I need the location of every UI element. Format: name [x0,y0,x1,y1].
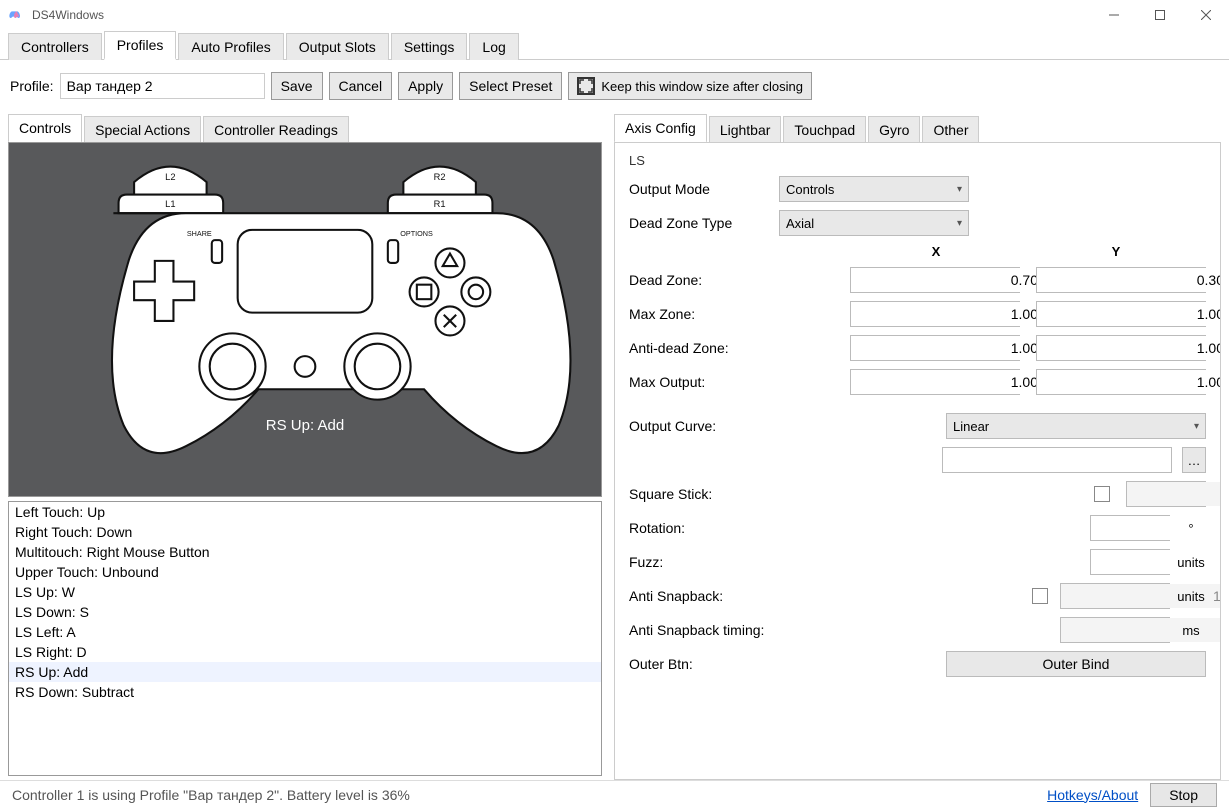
axis-config-panel: LS Output Mode Controls ▾ Dead Zone Type… [614,142,1221,780]
anti-snapback-checkbox[interactable] [1032,588,1048,604]
window-title: DS4Windows [32,8,104,22]
subtab-special-actions[interactable]: Special Actions [84,116,201,143]
profile-label: Profile: [10,78,54,94]
svg-text:OPTIONS: OPTIONS [400,229,433,238]
svg-text:L2: L2 [165,172,175,182]
svg-text:SHARE: SHARE [187,229,212,238]
subtab-controller-readings[interactable]: Controller Readings [203,116,349,143]
tab-log[interactable]: Log [469,33,518,60]
rotation-spinner[interactable]: ▲▼ [1090,515,1170,541]
mapping-hint: RS Up: Add [266,417,344,434]
deadzone-label: Dead Zone: [629,272,769,288]
tab-output-slots[interactable]: Output Slots [286,33,389,60]
list-item[interactable]: Left Touch: Up [9,502,601,522]
close-button[interactable] [1183,0,1229,30]
anti-snapback-label: Anti Snapback: [629,588,769,604]
maxoutput-x-spinner[interactable]: ▲▼ [850,369,1020,395]
output-curve-browse-button[interactable]: … [1182,447,1206,473]
left-sub-tabs: Controls Special Actions Controller Read… [4,112,606,142]
maxzone-x-spinner[interactable]: ▲▼ [850,301,1020,327]
save-button[interactable]: Save [271,72,323,100]
controller-svg: L2 L1 R2 R1 SHARE OPTIONS [15,149,595,460]
tab-auto-profiles[interactable]: Auto Profiles [178,33,283,60]
antidead-x-spinner[interactable]: ▲▼ [850,335,1020,361]
chevron-down-icon: ▾ [957,184,962,195]
select-preset-button[interactable]: Select Preset [459,72,562,100]
right-sub-tabs: Axis Config Lightbar Touchpad Gyro Other [610,112,1225,142]
svg-text:R2: R2 [434,172,446,182]
maxzone-label: Max Zone: [629,306,769,322]
deadzone-type-label: Dead Zone Type [629,215,769,231]
profile-name-input[interactable] [60,73,265,99]
list-item[interactable]: LS Right: D [9,642,601,662]
x-header: X [846,244,1026,259]
minimize-button[interactable] [1091,0,1137,30]
list-item[interactable]: Upper Touch: Unbound [9,562,601,582]
tab-profiles[interactable]: Profiles [104,31,177,60]
list-item[interactable]: LS Down: S [9,602,601,622]
statusbar: Controller 1 is using Profile "Вар танде… [0,780,1229,808]
maxoutput-label: Max Output: [629,374,769,390]
svg-text:R1: R1 [434,199,446,209]
output-curve-text[interactable] [942,447,1172,473]
tab-controllers[interactable]: Controllers [8,33,102,60]
outer-bind-button[interactable]: Outer Bind [946,651,1206,677]
square-stick-label: Square Stick: [629,486,769,502]
subtab-touchpad[interactable]: Touchpad [783,116,866,143]
outer-btn-label: Outer Btn: [629,656,769,672]
list-item[interactable]: LS Up: W [9,582,601,602]
output-mode-dropdown[interactable]: Controls ▾ [779,176,969,202]
list-item[interactable]: Multitouch: Right Mouse Button [9,542,601,562]
y-header: Y [1026,244,1206,259]
square-stick-spinner[interactable]: ▲▼ [1126,481,1206,507]
list-item[interactable]: LS Left: A [9,622,601,642]
deadzone-x-spinner[interactable]: ▲▼ [850,267,1020,293]
status-text: Controller 1 is using Profile "Вар танде… [12,787,410,803]
expand-icon [577,77,595,95]
fuzz-spinner[interactable]: ▲▼ [1090,549,1170,575]
hotkeys-about-link[interactable]: Hotkeys/About [1047,787,1138,803]
deadzone-y-spinner[interactable]: ▲▼ [1036,267,1206,293]
subtab-other[interactable]: Other [922,116,979,143]
cancel-button[interactable]: Cancel [329,72,393,100]
top-tabs: Controllers Profiles Auto Profiles Outpu… [0,30,1229,60]
subtab-controls[interactable]: Controls [8,114,82,143]
antidead-label: Anti-dead Zone: [629,340,769,356]
chevron-down-icon: ▾ [957,218,962,229]
group-ls: LS [629,153,1206,168]
chevron-down-icon: ▾ [1194,421,1199,432]
list-item[interactable]: RS Down: Subtract [9,682,601,702]
subtab-axis-config[interactable]: Axis Config [614,114,707,143]
fuzz-label: Fuzz: [629,554,769,570]
output-curve-dropdown[interactable]: Linear ▾ [946,413,1206,439]
deadzone-type-dropdown[interactable]: Axial ▾ [779,210,969,236]
maxoutput-y-spinner[interactable]: ▲▼ [1036,369,1206,395]
maximize-button[interactable] [1137,0,1183,30]
output-mode-label: Output Mode [629,181,769,197]
antidead-y-spinner[interactable]: ▲▼ [1036,335,1206,361]
stop-button[interactable]: Stop [1150,783,1217,807]
app-icon [8,6,24,25]
apply-button[interactable]: Apply [398,72,453,100]
output-curve-label: Output Curve: [629,418,769,434]
subtab-gyro[interactable]: Gyro [868,116,920,143]
rotation-label: Rotation: [629,520,769,536]
keep-size-toggle[interactable]: Keep this window size after closing [568,72,812,100]
keep-size-label: Keep this window size after closing [601,79,803,94]
anti-snapback-timing-label: Anti Snapback timing: [629,622,809,638]
list-item[interactable]: RS Up: Add [9,662,601,682]
subtab-lightbar[interactable]: Lightbar [709,116,782,143]
anti-snapback-timing-spinner[interactable]: ▲▼ [1060,617,1170,643]
anti-snapback-spinner[interactable]: ▲▼ [1060,583,1170,609]
mapping-list[interactable]: Left Touch: Up Right Touch: Down Multito… [8,501,602,776]
controller-diagram[interactable]: L2 L1 R2 R1 SHARE OPTIONS RS Up: Add [8,142,602,497]
tab-settings[interactable]: Settings [391,33,468,60]
square-stick-checkbox[interactable] [1094,486,1110,502]
maxzone-y-spinner[interactable]: ▲▼ [1036,301,1206,327]
profile-toolbar: Profile: Save Cancel Apply Select Preset… [0,60,1229,112]
titlebar: DS4Windows [0,0,1229,30]
svg-text:L1: L1 [165,199,175,209]
list-item[interactable]: Right Touch: Down [9,522,601,542]
